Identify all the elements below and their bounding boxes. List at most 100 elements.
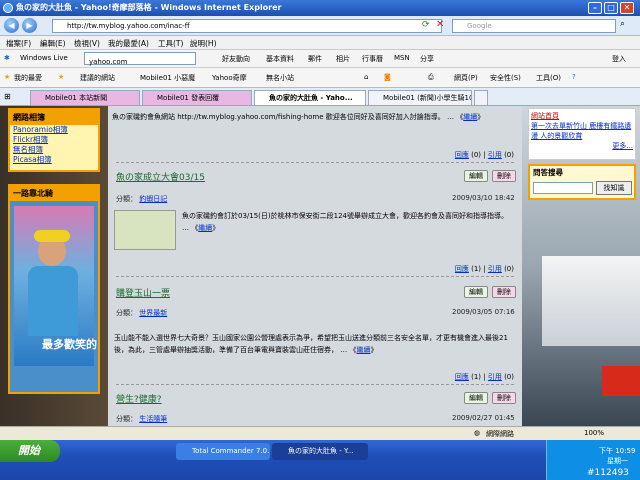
menu-help[interactable]: 說明(H) <box>190 38 217 49</box>
rss-icon[interactable]: ◙ <box>384 73 391 81</box>
post2-edit-button[interactable]: 編輯 <box>464 286 488 298</box>
post1-map-thumbnail[interactable] <box>114 210 176 250</box>
menu-file[interactable]: 檔案(F) <box>6 38 31 49</box>
favorites-label[interactable]: 我的最愛 <box>14 73 42 83</box>
tools-menu[interactable]: 工具(O) <box>536 73 561 83</box>
print-icon[interactable]: ⎙ <box>428 73 434 82</box>
menu-edit[interactable]: 編輯(E) <box>40 38 66 49</box>
refresh-icon[interactable]: ⟳ <box>422 20 430 30</box>
forward-icon[interactable]: ▶ <box>22 18 37 33</box>
title-bar: 魚の家的大肚魚 - Yahoo!奇摩部落格 - Windows Internet… <box>0 0 640 16</box>
page-menu[interactable]: 網頁(P) <box>454 73 478 83</box>
address-bar: ◀ ▶ http://tw.myblog.yahoo.com/inac-ff ⟳… <box>0 16 640 36</box>
live-item-profile[interactable]: 基本資料 <box>266 54 294 64</box>
right-top-link[interactable]: 網站首頁 <box>531 112 559 120</box>
favorites-star-icon: ★ <box>4 73 11 81</box>
fav-mobile01[interactable]: Mobile01 小惡魔 <box>140 73 195 83</box>
album-link-flickr[interactable]: Flickr相簿 <box>10 135 98 145</box>
main-column: 魚の家磯釣會魚網站 http://tw.myblog.yahoo.com/fis… <box>108 106 522 426</box>
new-tab-button[interactable] <box>474 90 488 105</box>
fav-suggested[interactable]: 建議的網站 <box>80 73 115 83</box>
post3-title[interactable]: 營生?健康? <box>116 392 162 405</box>
album-link-panoramio[interactable]: Panoramio相簿 <box>10 125 98 135</box>
close-button[interactable]: ✕ <box>620 2 634 14</box>
live-item-msn[interactable]: MSN <box>394 54 410 62</box>
back-icon[interactable]: ◀ <box>4 18 19 33</box>
menu-tools[interactable]: 工具(T) <box>158 38 183 49</box>
trackback-link[interactable]: 引用 <box>488 265 502 273</box>
post2-delete-button[interactable]: 刪除 <box>492 286 516 298</box>
minimize-button[interactable]: – <box>588 2 602 14</box>
post2-category[interactable]: 世界最新 <box>139 309 167 317</box>
post2-read-more[interactable]: 繼續 <box>356 346 370 354</box>
qa-search-input[interactable] <box>533 182 593 194</box>
live-item-calendar[interactable]: 行事曆 <box>362 54 383 64</box>
intro-read-more[interactable]: 繼續 <box>463 113 477 121</box>
help-icon[interactable]: ? <box>572 73 576 81</box>
tab-mobile01-news[interactable]: Mobile01 本站新聞 <box>30 90 140 105</box>
zoom-level[interactable]: 100% <box>584 429 604 437</box>
album-panel-title: 網路相簿 <box>10 110 98 125</box>
album-panel: 網路相簿 Panoramio相簿 Flickr相簿 無名相簿 Picasa相簿 <box>8 108 100 172</box>
safety-menu[interactable]: 安全性(S) <box>490 73 521 83</box>
reply-link[interactable]: 回應 <box>455 265 469 273</box>
reply-link[interactable]: 回應 <box>455 151 469 159</box>
divider <box>116 162 514 163</box>
right-more-link[interactable]: 更多... <box>531 141 633 151</box>
live-item-photos[interactable]: 相片 <box>336 54 350 64</box>
post1-edit-button[interactable]: 編輯 <box>464 170 488 182</box>
tab-label: Mobile01 (新聞)小學生騎10... <box>383 94 472 102</box>
live-search-value: yahoo.com <box>89 58 128 66</box>
quick-tabs-icon[interactable]: ⊞ <box>4 92 11 101</box>
task-total-commander[interactable]: Total Commander 7.0... <box>176 443 270 460</box>
url-field[interactable]: http://tw.myblog.yahoo.com/inac-ff <box>52 19 442 33</box>
boat-image <box>542 256 640 346</box>
search-icon[interactable]: ⌕ <box>620 19 625 29</box>
qa-search-button[interactable]: 找知識 <box>596 181 632 195</box>
trackback-link[interactable]: 引用 <box>488 373 502 381</box>
live-item-share[interactable]: 分享 <box>420 54 434 64</box>
post1-category[interactable]: 釣蝦日記 <box>139 195 167 203</box>
reply-link[interactable]: 回應 <box>455 373 469 381</box>
fav-yahoo[interactable]: Yahoo奇摩 <box>212 73 247 83</box>
search-field[interactable]: Google <box>452 19 616 33</box>
album-link-picasa[interactable]: Picasa相簿 <box>10 155 98 165</box>
photo-caption: 最多歡笑的 <box>42 338 97 351</box>
live-item-mail[interactable]: 郵件 <box>308 54 322 64</box>
windows-live-label: Windows Live <box>20 54 68 62</box>
page-content: 網路相簿 Panoramio相簿 Flickr相簿 無名相簿 Picasa相簿 … <box>0 106 640 426</box>
post3-delete-button[interactable]: 刪除 <box>492 392 516 404</box>
post1-counts: 回應 (1) | 引用 (0) <box>454 265 514 273</box>
maximize-button[interactable]: □ <box>604 2 618 14</box>
album-link-wretch[interactable]: 無名相簿 <box>10 145 98 155</box>
left-sidebar: 網路相簿 Panoramio相簿 Flickr相簿 無名相簿 Picasa相簿 … <box>0 106 108 426</box>
menu-bar: 檔案(F) 編輯(E) 檢視(V) 我的最愛(A) 工具(T) 說明(H) <box>0 36 640 50</box>
trackback-link[interactable]: 引用 <box>488 151 502 159</box>
start-button[interactable]: 開始 <box>0 440 60 462</box>
live-search-input[interactable]: yahoo.com <box>84 52 196 66</box>
stop-icon[interactable]: ✕ <box>436 19 444 30</box>
fav-wretch[interactable]: 無名小站 <box>266 73 294 83</box>
tab-blog-active[interactable]: 魚の家的大肚魚 - Yaho... <box>254 90 366 105</box>
post2-title[interactable]: 購登玉山一票 <box>116 286 170 299</box>
post1-delete-button[interactable]: 刪除 <box>492 170 516 182</box>
signin-link[interactable]: 登入 <box>612 54 626 64</box>
tab-bar: ⊞ Mobile01 本站新聞 Mobile01 發表回覆 魚の家的大肚魚 - … <box>0 88 640 106</box>
qa-search-title: 問答搜尋 <box>533 168 563 177</box>
task-ie-blog[interactable]: 魚の家的大肚魚 - Y... <box>272 443 368 460</box>
post1-title[interactable]: 魚の家成立大會03/15 <box>116 170 205 183</box>
tab-mobile01-student[interactable]: Mobile01 (新聞)小學生騎10... <box>368 90 472 105</box>
menu-favorites[interactable]: 我的最愛(A) <box>108 38 149 49</box>
live-item-friends[interactable]: 好友動向 <box>222 54 250 64</box>
start-label: 開始 <box>18 444 40 457</box>
ie-icon <box>3 3 13 13</box>
post3-category[interactable]: 生活隨筆 <box>139 415 167 423</box>
home-icon[interactable]: ⌂ <box>364 73 368 81</box>
post3-edit-button[interactable]: 編輯 <box>464 392 488 404</box>
add-favorite-icon[interactable]: ★ <box>58 73 64 81</box>
tab-mobile01-reply[interactable]: Mobile01 發表回覆 <box>142 90 252 105</box>
post1-read-more[interactable]: 繼續 <box>198 224 212 232</box>
clock-time[interactable]: 下午 10:59 <box>599 446 635 456</box>
right-news-link[interactable]: 第一次去單新竹山 鹿樓有鐵路遺漫 人的景觀欣賞 <box>531 122 631 140</box>
menu-view[interactable]: 檢視(V) <box>74 38 100 49</box>
